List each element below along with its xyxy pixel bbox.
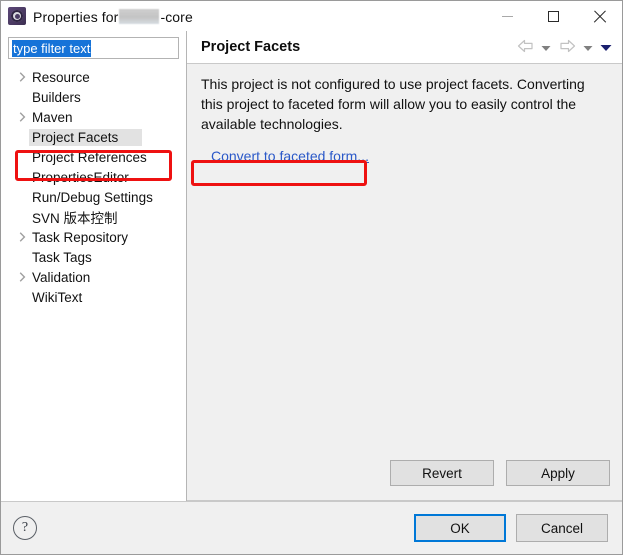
filter-input-value: type filter text [12,39,92,57]
dialog-footer: ? OK Cancel [1,501,622,554]
chevron-right-icon[interactable] [15,72,29,82]
ok-button[interactable]: OK [414,514,506,542]
content-area: This project is not configured to use pr… [187,64,622,460]
sidebar-item-label: PropertiesEditor [32,169,129,185]
forward-arrow-icon [559,39,576,56]
sidebar-item-label: Project Facets [29,128,143,146]
title-bar: Properties for -core [1,1,622,31]
revert-button[interactable]: Revert [390,460,494,486]
redacted-project-name [119,9,160,24]
window-controls [484,1,622,31]
dialog-body: type filter text Resource Builders Maven… [1,31,622,501]
eclipse-gear-icon [8,7,26,25]
page-action-buttons: Revert Apply [187,460,622,501]
sidebar-item-label: Maven [32,109,73,125]
minimize-button[interactable] [484,1,530,31]
facets-description: This project is not configured to use pr… [201,76,585,132]
sidebar-item-label: Resource [32,69,90,85]
sidebar-item-project-references[interactable]: Project References [1,147,186,167]
sidebar-item-validation[interactable]: Validation [1,267,186,287]
chevron-right-icon[interactable] [15,112,29,122]
sidebar-item-resource[interactable]: Resource [1,67,186,87]
filter-input[interactable]: type filter text [8,37,179,59]
sidebar-item-label: WikiText [32,289,83,305]
view-menu-icon [600,40,612,55]
back-dropdown-button[interactable] [538,35,554,59]
sidebar-item-project-facets[interactable]: Project Facets [1,127,186,147]
sidebar-item-label: Task Tags [32,249,92,265]
sidebar-item-task-repository[interactable]: Task Repository [1,227,186,247]
back-button[interactable] [514,35,536,59]
settings-tree-panel: type filter text Resource Builders Maven… [1,31,187,501]
window-title: Properties for -core [33,7,193,25]
convert-to-faceted-form-link[interactable]: Convert to faceted form... [211,148,369,164]
window-title-prefix: Properties for [33,9,119,25]
maximize-button[interactable] [530,1,576,31]
dialog-buttons: OK Cancel [414,514,608,542]
sidebar-item-task-tags[interactable]: Task Tags [1,247,186,267]
window-title-suffix: -core [160,9,193,25]
sidebar-item-maven[interactable]: Maven [1,107,186,127]
settings-tree: Resource Builders Maven Project Facets P… [1,65,186,307]
apply-button[interactable]: Apply [506,460,610,486]
sidebar-item-svn[interactable]: SVN 版本控制 [1,207,186,227]
forward-dropdown-icon [583,40,593,55]
help-icon[interactable]: ? [13,516,37,540]
sidebar-item-label: Task Repository [32,229,129,245]
sidebar-item-label: Validation [32,269,91,285]
close-button[interactable] [576,1,622,31]
forward-button[interactable] [556,35,578,59]
sidebar-item-label: Run/Debug Settings [32,189,153,205]
close-icon [593,10,606,23]
content-panel: Project Facets This project is not confi… [187,31,622,501]
view-menu-button[interactable] [598,35,614,59]
back-dropdown-icon [541,40,551,55]
minimize-icon [501,15,513,17]
sidebar-item-wikitext[interactable]: WikiText [1,287,186,307]
sidebar-item-builders[interactable]: Builders [1,87,186,107]
sidebar-item-label: SVN 版本控制 [32,211,118,226]
back-arrow-icon [517,39,534,56]
properties-dialog: Properties for -core type filter text Re… [0,0,623,555]
sidebar-item-label: Builders [32,89,81,105]
cancel-button[interactable]: Cancel [516,514,608,542]
chevron-right-icon[interactable] [15,272,29,282]
sidebar-item-run-debug-settings[interactable]: Run/Debug Settings [1,187,186,207]
maximize-icon [547,10,559,22]
sidebar-item-label: Project References [32,149,147,165]
chevron-right-icon[interactable] [15,232,29,242]
sidebar-item-properties-editor[interactable]: PropertiesEditor [1,167,186,187]
content-header: Project Facets [187,31,622,64]
forward-dropdown-button[interactable] [580,35,596,59]
page-title: Project Facets [201,39,301,55]
navigation-toolbar [514,35,614,59]
